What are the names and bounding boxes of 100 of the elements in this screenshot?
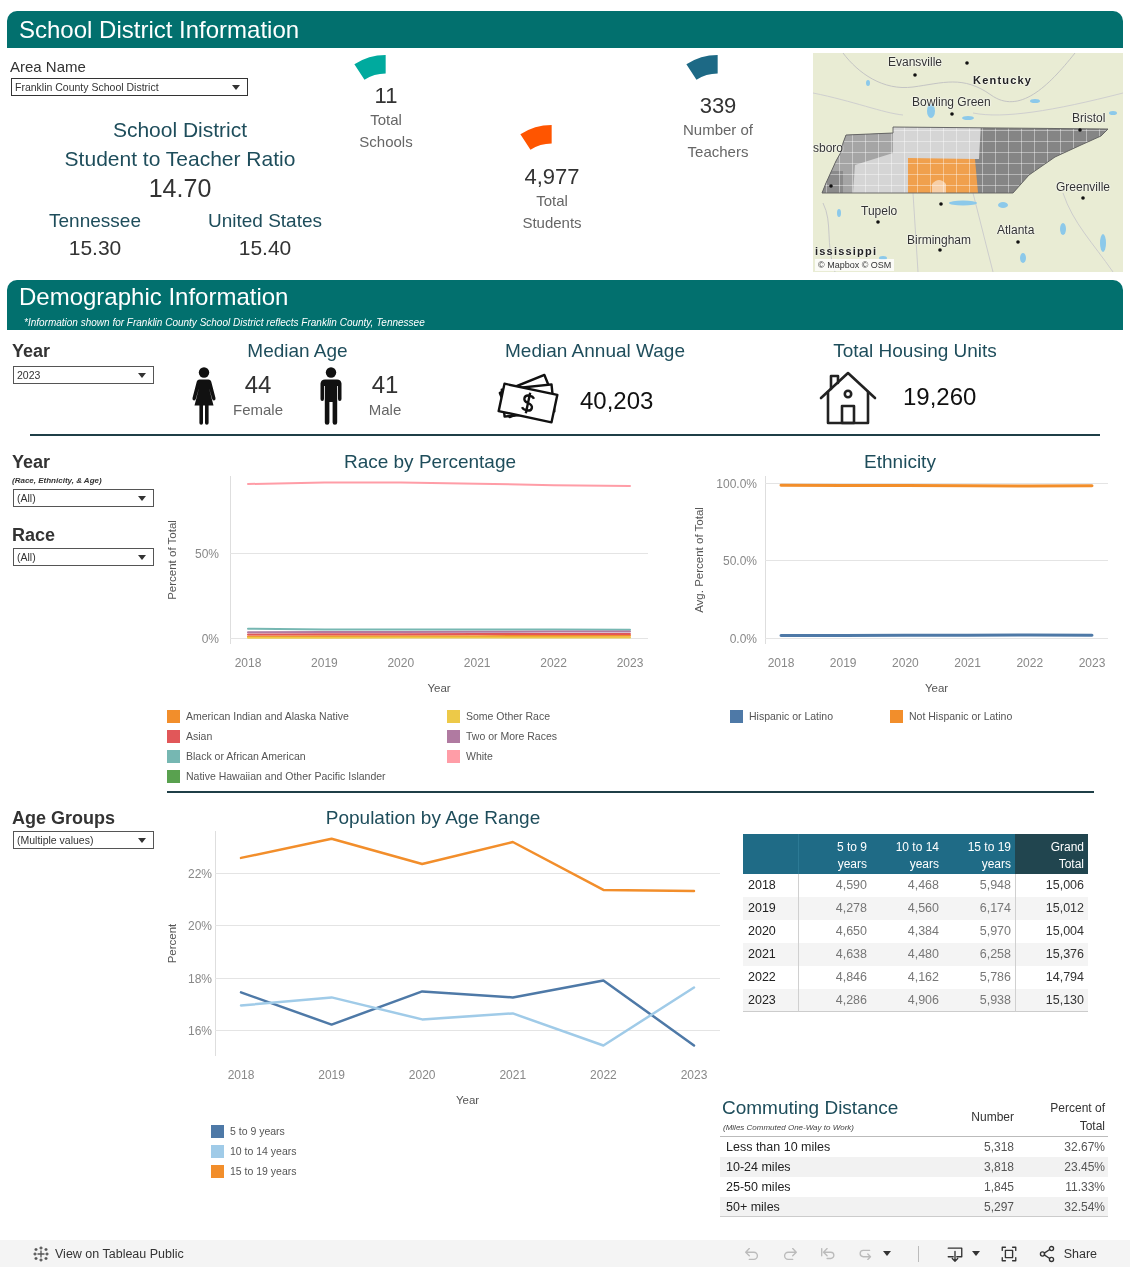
filter-label: Year bbox=[12, 451, 51, 473]
row-header: 50+ miles bbox=[720, 1197, 950, 1217]
kpi-label: Total Schools bbox=[358, 110, 414, 152]
tick-label: 2022 bbox=[1016, 656, 1044, 670]
kpi-value: 11 bbox=[374, 83, 398, 109]
legend-label: Asian bbox=[186, 730, 213, 742]
filter-label: Age Groups bbox=[12, 807, 115, 829]
comparison-value: 15.40 bbox=[238, 235, 292, 261]
tick-label: 2020 bbox=[387, 656, 415, 670]
comparison-label: United States bbox=[207, 209, 323, 233]
table-cell: 6,174 bbox=[943, 897, 1015, 920]
map-label: Birmingham bbox=[907, 233, 972, 247]
area-dropdown[interactable]: Franklin County School District bbox=[11, 78, 248, 96]
table-cell: 4,480 bbox=[871, 943, 943, 966]
legend-label: Native Hawaiian and Other Pacific Islander bbox=[186, 770, 386, 782]
map-label: ississippi bbox=[815, 244, 878, 258]
legend-label: Some Other Race bbox=[466, 710, 551, 722]
section-title: School District Information bbox=[19, 15, 300, 45]
legend-label: 15 to 19 years bbox=[230, 1165, 297, 1177]
axis-title: Percent bbox=[166, 923, 178, 964]
table-cell: 6,258 bbox=[943, 943, 1015, 966]
tick-label: 2018 bbox=[227, 1068, 255, 1082]
stat-value: 19,260 bbox=[903, 383, 977, 411]
table-cell: 4,638 bbox=[799, 943, 871, 966]
column-header: 5 to 9 years bbox=[799, 834, 871, 874]
tick-label: 2019 bbox=[318, 1068, 345, 1082]
tick-label: 2022 bbox=[590, 1068, 617, 1082]
kpi-value: 339 bbox=[699, 93, 737, 119]
legend-label: Not Hispanic or Latino bbox=[909, 710, 1013, 722]
tick-label: 2023 bbox=[1078, 656, 1106, 670]
axis-title: Year bbox=[455, 1094, 480, 1106]
age-label: Female bbox=[233, 400, 283, 420]
kpi-label: Total Students bbox=[521, 191, 583, 233]
chart-title: Race by Percentage bbox=[343, 451, 517, 473]
tick-label: 2018 bbox=[767, 656, 795, 670]
comparison-label: Tennessee bbox=[49, 209, 141, 233]
caret-icon bbox=[138, 372, 146, 378]
woman-icon bbox=[190, 367, 218, 425]
share-button[interactable]: Share bbox=[1034, 1244, 1100, 1263]
row-header: 2021 bbox=[743, 943, 799, 966]
chart-title: Population by Age Range bbox=[325, 807, 541, 829]
map-label: sboro bbox=[813, 141, 844, 155]
filter-label: Year bbox=[12, 340, 51, 362]
stat-value: 40,203 bbox=[580, 387, 654, 415]
tick-label: 2021 bbox=[499, 1068, 527, 1082]
tick-label: 16% bbox=[187, 1023, 212, 1038]
legend-label: Black or African American bbox=[186, 750, 306, 762]
ratio-title: School District Student to Teacher Ratio bbox=[64, 117, 296, 172]
column-header: 15 to 19 years bbox=[943, 834, 1015, 874]
filter-dropdown[interactable]: (All) bbox=[13, 548, 154, 566]
axis-title: Avg. Percent of Total bbox=[693, 507, 705, 613]
map-label: Kentucky bbox=[973, 73, 1033, 87]
fullscreen-icon bbox=[999, 1244, 1018, 1263]
tick-label: 2019 bbox=[311, 656, 338, 670]
section-note: *Information shown for Franklin County School District reflects Franklin County, Tennessee bbox=[23, 316, 425, 329]
tick-label: 18% bbox=[187, 971, 212, 986]
ratio-value: 14.70 bbox=[148, 173, 212, 204]
download-icon bbox=[945, 1244, 964, 1263]
stat-title: Total Housing Units bbox=[833, 340, 997, 362]
year-dropdown[interactable]: 2023 bbox=[13, 366, 154, 384]
table-subtitle: (Miles Commuted One-Way to Work) bbox=[722, 1122, 854, 1134]
tick-label: 2021 bbox=[463, 656, 491, 670]
table-cell: 15,376 bbox=[1015, 943, 1088, 966]
tick-label: 100.0% bbox=[716, 476, 757, 491]
tick-label: 2023 bbox=[616, 656, 644, 670]
filter-label: Area Name bbox=[10, 58, 86, 76]
age-dropdown[interactable]: (Multiple values) bbox=[13, 831, 154, 849]
table-cell: 4,278 bbox=[799, 897, 871, 920]
stat-title: Median Age bbox=[247, 340, 348, 362]
kpi-value: 4,977 bbox=[524, 164, 580, 190]
filter-dropdown[interactable]: (All) bbox=[13, 489, 154, 507]
tick-label: 50.0% bbox=[722, 553, 757, 568]
tick-label: 50% bbox=[194, 546, 219, 561]
tableau-public-link[interactable]: View on Tableau Public bbox=[33, 1245, 184, 1262]
table-cell: 5,938 bbox=[943, 989, 1015, 1012]
axis-title: Year bbox=[427, 682, 451, 694]
house-icon bbox=[818, 369, 878, 425]
axis-title: Percent of Total bbox=[166, 520, 178, 600]
stat-title: Median Annual Wage bbox=[505, 340, 685, 362]
tick-label: 2020 bbox=[408, 1068, 436, 1082]
table-cell: 4,560 bbox=[871, 897, 943, 920]
caret-icon bbox=[138, 837, 146, 843]
comparison-value: 15.30 bbox=[68, 235, 122, 261]
axis-title: Year bbox=[924, 682, 949, 694]
filter-note: (Race, Ethnicity, & Age) bbox=[12, 475, 102, 487]
table-cell: 5,297 bbox=[950, 1197, 1017, 1217]
map-label: Greenville bbox=[1056, 180, 1111, 194]
legend-label: Hispanic or Latino bbox=[749, 710, 834, 722]
row-header: 10-24 miles bbox=[720, 1157, 950, 1177]
share-icon bbox=[1037, 1244, 1056, 1263]
caret-icon bbox=[138, 495, 146, 501]
legend-label: Two or More Races bbox=[466, 730, 558, 742]
table-cell: 15,012 bbox=[1015, 897, 1088, 920]
age-value: 41 bbox=[371, 372, 399, 398]
man-icon bbox=[317, 367, 345, 425]
row-header: 2023 bbox=[743, 989, 799, 1012]
tick-label: 0% bbox=[201, 631, 219, 646]
table-cell: 4,906 bbox=[871, 989, 943, 1012]
column-header: 10 to 14 years bbox=[871, 834, 943, 874]
tick-label: 2021 bbox=[954, 656, 981, 670]
